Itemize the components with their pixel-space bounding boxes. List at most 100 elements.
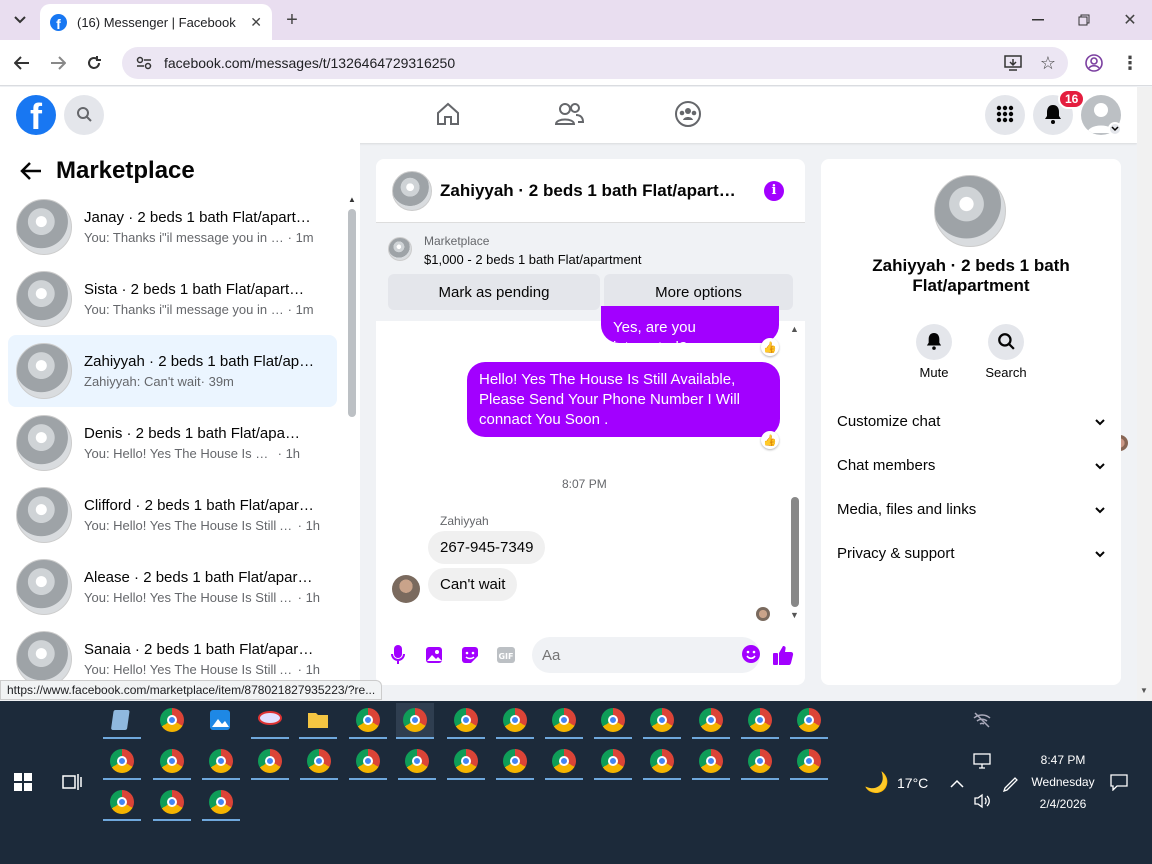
restore-icon[interactable]: [1074, 10, 1094, 30]
taskbar-chrome-profile-icon[interactable]: [790, 703, 828, 739]
taskbar-chrome-profile-icon[interactable]: [153, 744, 191, 780]
listing-price-title[interactable]: $1,000 - 2 beds 1 bath Flat/apartment: [424, 252, 642, 267]
scroll-up-icon[interactable]: ▲: [348, 195, 356, 204]
taskbar-chrome-profile-icon[interactable]: [643, 703, 681, 739]
install-app-icon[interactable]: [1004, 55, 1022, 71]
tray-chevron-up-icon[interactable]: [950, 775, 964, 791]
forward-icon[interactable]: [48, 53, 68, 73]
tab-search-icon[interactable]: [10, 10, 30, 30]
taskbar-chrome-icon[interactable]: [153, 703, 191, 739]
microphone-icon[interactable]: [388, 645, 408, 665]
taskbar-chrome-profile-icon[interactable]: [202, 744, 240, 780]
back-icon[interactable]: [12, 53, 32, 73]
sticker-icon[interactable]: [460, 645, 480, 665]
search-button[interactable]: [64, 95, 104, 135]
sender-avatar[interactable]: [392, 575, 420, 603]
taskbar-chrome-profile-icon[interactable]: [545, 703, 583, 739]
groups-icon[interactable]: [674, 100, 702, 131]
taskbar-chrome-profile-icon[interactable]: [692, 703, 730, 739]
browser-tab[interactable]: f (16) Messenger | Facebook ✕: [40, 4, 272, 40]
clock-time[interactable]: 8:47 PM: [1030, 753, 1096, 767]
emoji-icon[interactable]: [741, 644, 761, 667]
task-view-icon[interactable]: [62, 773, 82, 794]
taskbar-chrome-profile-icon[interactable]: [396, 703, 434, 739]
taskbar-chrome-profile-icon[interactable]: [349, 703, 387, 739]
taskbar-snipping-icon[interactable]: [251, 703, 289, 739]
chat-title[interactable]: Zahiyyah · 2 beds 1 bath Flat/apartment: [440, 181, 744, 201]
taskbar-chrome-profile-icon[interactable]: [496, 703, 534, 739]
mark-as-pending-button[interactable]: Mark as pending: [388, 274, 600, 310]
taskbar-chrome-profile-icon[interactable]: [202, 785, 240, 821]
taskbar-chrome-profile-icon[interactable]: [300, 744, 338, 780]
taskbar-chrome-profile-icon[interactable]: [103, 785, 141, 821]
close-window-icon[interactable]: ✕: [1120, 10, 1140, 30]
listing-large-thumbnail[interactable]: [934, 175, 1006, 247]
minimize-icon[interactable]: [1028, 10, 1048, 30]
taskbar-photos-icon[interactable]: [201, 703, 239, 739]
message-composer[interactable]: [532, 637, 760, 673]
taskbar-app-notepad-icon[interactable]: [103, 703, 141, 739]
conversation-item[interactable]: Janay · 2 beds 1 bath Flat/apartment You…: [8, 191, 337, 263]
chat-scrollbar[interactable]: [791, 497, 799, 607]
clock-date[interactable]: 2/4/2026: [1030, 797, 1096, 811]
listing-small-thumbnail[interactable]: [388, 237, 412, 261]
info-icon[interactable]: i: [764, 180, 784, 201]
new-tab-icon[interactable]: +: [282, 9, 302, 31]
close-tab-icon[interactable]: ✕: [250, 14, 262, 31]
more-options-button[interactable]: More options: [604, 274, 793, 310]
page-scroll-down-icon[interactable]: ▼: [1140, 686, 1148, 695]
taskbar-chrome-profile-icon[interactable]: [447, 703, 485, 739]
chat-listing-thumbnail[interactable]: [392, 170, 432, 211]
site-info-icon[interactable]: [136, 56, 152, 70]
address-bar[interactable]: facebook.com/messages/t/1326464729316250…: [122, 47, 1068, 79]
like-thumbs-up-icon[interactable]: [772, 644, 794, 666]
menu-button[interactable]: [985, 95, 1025, 135]
taskbar-chrome-profile-icon[interactable]: [643, 744, 681, 780]
chat-members-row[interactable]: Chat members: [837, 445, 1105, 485]
notification-center-icon[interactable]: [1110, 773, 1128, 794]
conversation-item[interactable]: Clifford · 2 beds 1 bath Flat/apartment …: [8, 479, 337, 551]
photo-icon[interactable]: [424, 645, 444, 665]
network-disabled-icon[interactable]: [972, 712, 992, 731]
network-icon[interactable]: [973, 753, 991, 772]
weather-moon-icon[interactable]: 🌙: [864, 770, 889, 795]
windows-start-icon[interactable]: [14, 773, 32, 794]
taskbar-chrome-profile-icon[interactable]: [349, 744, 387, 780]
friends-icon[interactable]: [554, 100, 585, 131]
clock-day[interactable]: Wednesday: [1026, 775, 1100, 789]
url-text[interactable]: facebook.com/messages/t/1326464729316250: [164, 55, 1004, 71]
pen-icon[interactable]: [1002, 775, 1020, 796]
privacy-support-row[interactable]: Privacy & support: [837, 533, 1105, 573]
page-scrollbar[interactable]: [1137, 87, 1152, 701]
mute-button[interactable]: [916, 324, 952, 360]
media-files-links-row[interactable]: Media, files and links: [837, 489, 1105, 529]
account-chevron-down-icon[interactable]: [1108, 122, 1122, 136]
taskbar-chrome-profile-icon[interactable]: [741, 744, 779, 780]
gif-icon[interactable]: GIF: [496, 645, 516, 665]
search-in-chat-button[interactable]: [988, 324, 1024, 360]
home-icon[interactable]: [434, 100, 462, 131]
taskbar-chrome-profile-icon[interactable]: [447, 744, 485, 780]
conversation-item[interactable]: Alease · 2 beds 1 bath Flat/apartment Yo…: [8, 551, 337, 623]
thumbs-up-reaction-icon[interactable]: 👍: [761, 338, 779, 356]
taskbar-chrome-profile-icon[interactable]: [496, 744, 534, 780]
taskbar-chrome-profile-icon[interactable]: [594, 703, 632, 739]
volume-icon[interactable]: [973, 793, 991, 812]
taskbar-chrome-profile-icon[interactable]: [545, 744, 583, 780]
taskbar-chrome-profile-icon[interactable]: [790, 744, 828, 780]
message-input[interactable]: [542, 646, 741, 664]
reload-icon[interactable]: [84, 53, 104, 73]
conversation-list-scrollbar[interactable]: [348, 209, 356, 417]
temperature[interactable]: 17°C: [897, 775, 928, 791]
profile-icon[interactable]: [1084, 53, 1104, 73]
bookmark-star-icon[interactable]: ☆: [1040, 53, 1056, 74]
conversation-item[interactable]: Denis · 2 beds 1 bath Flat/apartment You…: [8, 407, 337, 479]
taskbar-chrome-profile-icon[interactable]: [251, 744, 289, 780]
browser-menu-icon[interactable]: ⋮: [1120, 53, 1140, 73]
conversation-item-active[interactable]: Zahiyyah · 2 beds 1 bath Flat/apartment …: [8, 335, 337, 407]
taskbar-chrome-profile-icon[interactable]: [103, 744, 141, 780]
taskbar-file-explorer-icon[interactable]: [299, 703, 337, 739]
facebook-logo-icon[interactable]: f: [16, 95, 56, 135]
chat-scroll-up-icon[interactable]: ▲: [790, 324, 799, 334]
customize-chat-row[interactable]: Customize chat: [837, 401, 1105, 441]
